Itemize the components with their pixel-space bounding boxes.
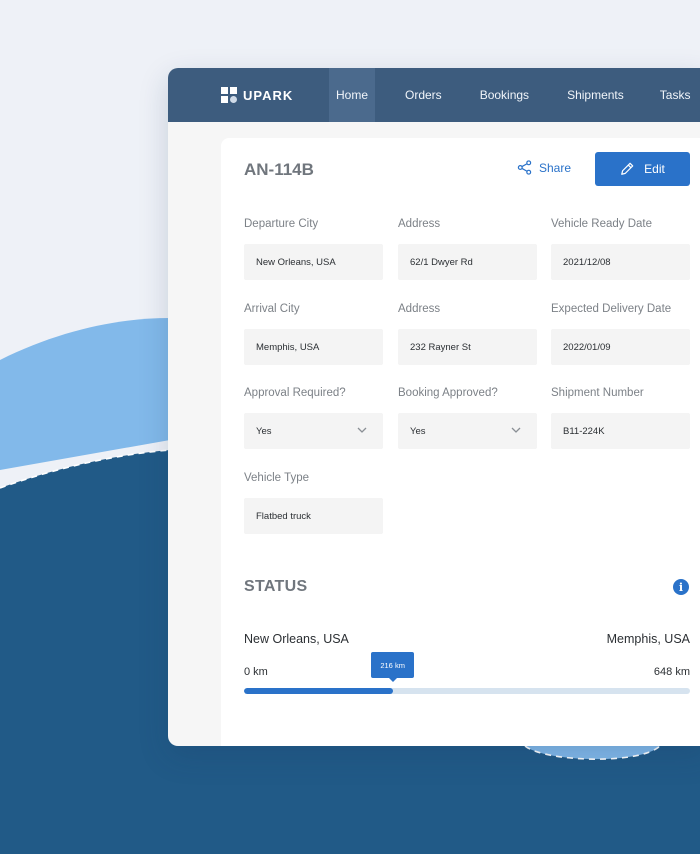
progress-tooltip: 216 km — [371, 652, 415, 682]
arrival-city-input[interactable]: Memphis, USA — [244, 329, 383, 365]
page-title: AN-114B — [244, 160, 314, 179]
shipment-number-field: Shipment Number B11-224K — [551, 387, 690, 449]
departure-address-field: Address 62/1 Dwyer Rd — [398, 218, 537, 280]
vehicle-ready-date-input[interactable]: 2021/12/08 — [551, 244, 690, 280]
status-start-km: 0 km — [244, 666, 268, 678]
status-title: STATUS — [244, 578, 308, 595]
select-value: Yes — [256, 425, 272, 437]
status-end-km: 648 km — [653, 666, 690, 678]
field-label: Booking Approved? — [398, 387, 498, 399]
arrival-address-input[interactable]: 232 Rayner St — [398, 329, 537, 365]
chevron-down-icon — [511, 427, 521, 433]
field-label: Arrival City — [244, 303, 300, 315]
select-value: Yes — [410, 425, 426, 437]
nav-item-home[interactable]: Home — [329, 68, 375, 122]
expected-delivery-date-field: Expected Delivery Date 2022/01/09 — [551, 303, 690, 365]
pencil-icon — [621, 162, 634, 175]
field-label: Address — [398, 218, 441, 230]
info-icon[interactable]: i — [673, 579, 689, 595]
departure-city-field: Departure City New Orleans, USA — [244, 218, 383, 280]
approval-required-select[interactable]: Yes — [244, 413, 383, 449]
field-label: Approval Required? — [244, 387, 346, 399]
field-label: Expected Delivery Date — [551, 303, 672, 315]
chevron-down-icon — [357, 427, 367, 433]
edit-button[interactable]: Edit — [595, 152, 690, 186]
status-from-city: New Orleans, USA — [244, 632, 349, 646]
progress-track — [244, 688, 690, 694]
shipment-detail-card: AN-114B Share Edit Departure City New Or… — [221, 138, 700, 746]
booking-approved-field: Booking Approved? Yes — [398, 387, 537, 449]
booking-approved-select[interactable]: Yes — [398, 413, 537, 449]
field-label: Vehicle Type — [244, 472, 310, 484]
nav-item-shipments[interactable]: Shipments — [559, 68, 632, 122]
top-navbar: UPARK Home Orders Bookings Shipments Tas… — [168, 68, 700, 122]
status-to-city: Memphis, USA — [606, 632, 690, 646]
departure-address-input[interactable]: 62/1 Dwyer Rd — [398, 244, 537, 280]
nav-item-tasks[interactable]: Tasks — [652, 68, 699, 122]
arrival-address-field: Address 232 Rayner St — [398, 303, 537, 365]
nav-item-orders[interactable]: Orders — [397, 68, 450, 122]
app-window: UPARK Home Orders Bookings Shipments Tas… — [168, 68, 700, 746]
edit-label: Edit — [644, 162, 665, 176]
share-icon — [517, 160, 532, 175]
nav-item-bookings[interactable]: Bookings — [472, 68, 537, 122]
progress-fill[interactable] — [244, 688, 393, 694]
field-label: Address — [398, 303, 441, 315]
share-button[interactable]: Share — [517, 160, 571, 175]
stage: UPARK Home Orders Bookings Shipments Tas… — [0, 0, 700, 854]
approval-required-field: Approval Required? Yes — [244, 387, 383, 449]
expected-delivery-date-input[interactable]: 2022/01/09 — [551, 329, 690, 365]
share-label: Share — [539, 160, 572, 175]
field-label: Departure City — [244, 218, 319, 230]
logo-text: UPARK — [243, 87, 294, 103]
departure-city-input[interactable]: New Orleans, USA — [244, 244, 383, 280]
field-label: Vehicle Ready Date — [551, 218, 653, 230]
vehicle-type-input[interactable]: Flatbed truck — [244, 498, 383, 534]
logo[interactable]: UPARK — [221, 87, 329, 103]
main-nav: Home Orders Bookings Shipments Tasks — [329, 68, 698, 122]
vehicle-ready-date-field: Vehicle Ready Date 2021/12/08 — [551, 218, 690, 280]
vehicle-type-field: Vehicle Type Flatbed truck — [244, 472, 383, 534]
arrival-city-field: Arrival City Memphis, USA — [244, 303, 383, 365]
field-label: Shipment Number — [551, 387, 644, 399]
logo-mark-icon — [221, 87, 237, 103]
shipment-number-input[interactable]: B11-224K — [551, 413, 690, 449]
